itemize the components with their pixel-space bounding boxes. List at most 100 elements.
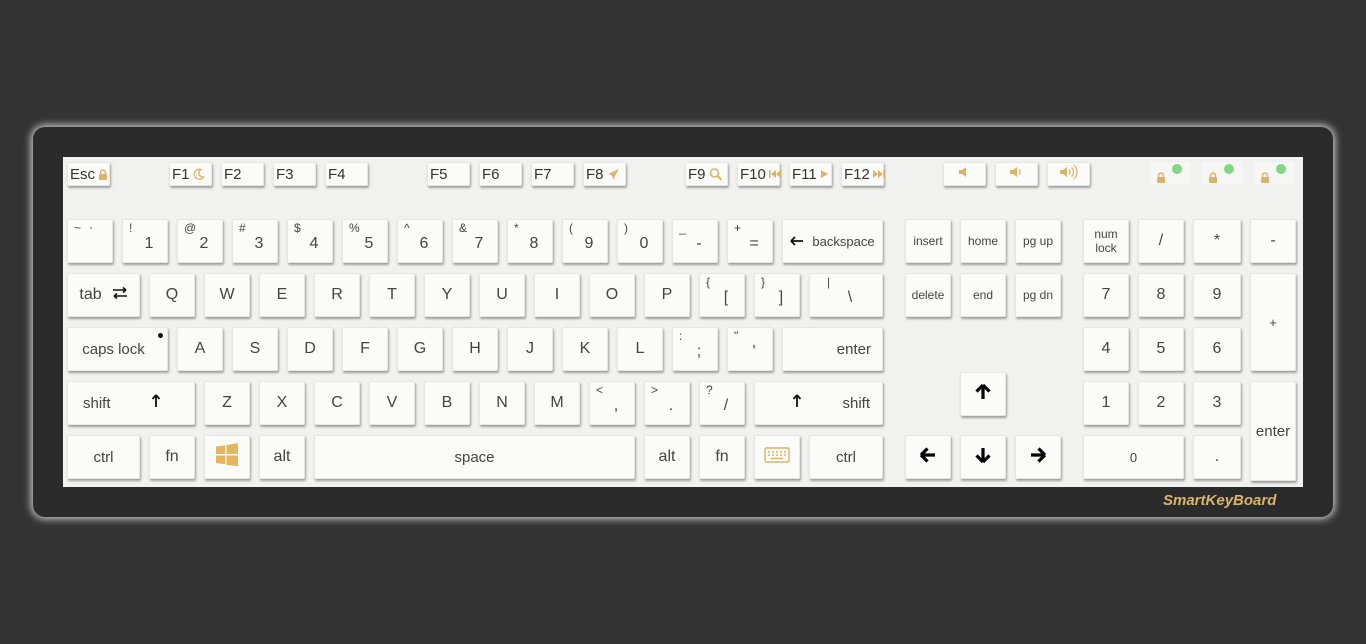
minus-key[interactable]: _ - [672,219,718,263]
slash-key[interactable]: ? / [699,381,745,425]
key-o[interactable]: O [589,273,635,317]
numpad-enter-key[interactable]: enter [1250,381,1296,481]
f6-key[interactable]: F6 [479,162,522,186]
key-l[interactable]: L [617,327,663,371]
right-alt-key[interactable]: alt [644,435,690,479]
key-h[interactable]: H [452,327,498,371]
key-3[interactable]: #3 [232,219,278,263]
left-fn-key[interactable]: fn [149,435,195,479]
right-shift-key[interactable]: shift [754,381,883,425]
key-c[interactable]: C [314,381,360,425]
key-a[interactable]: A [177,327,223,371]
arrow-up-key[interactable] [960,372,1006,416]
f1-key[interactable]: F1 [169,162,212,186]
backslash-key[interactable]: | \ [809,273,883,317]
numpad-4-key[interactable]: 4 [1083,327,1129,371]
tab-key[interactable]: tab [67,273,140,317]
equals-key[interactable]: + = [727,219,773,263]
semicolon-key[interactable]: :; [672,327,718,371]
right-bracket-key[interactable]: }] [754,273,800,317]
key-d[interactable]: D [287,327,333,371]
backspace-key[interactable]: backspace [782,219,883,263]
period-key[interactable]: >. [644,381,690,425]
numpad-2-key[interactable]: 2 [1138,381,1184,425]
key-i[interactable]: I [534,273,580,317]
key-0[interactable]: ) 0 [617,219,663,263]
tilde-key[interactable]: ~ ` [67,219,113,263]
left-shift-key[interactable]: shift [67,381,195,425]
numpad-decimal-key[interactable]: . [1193,435,1241,479]
keyboard-toggle-key[interactable] [754,435,800,479]
key-f[interactable]: F [342,327,388,371]
mute-key[interactable] [943,162,986,186]
f4-key[interactable]: F4 [325,162,368,186]
insert-key[interactable]: insert [905,219,951,263]
home-key[interactable]: home [960,219,1006,263]
key-5[interactable]: % 5 [342,219,388,263]
key-e[interactable]: E [259,273,305,317]
f10-key[interactable]: F10 [737,162,781,186]
esc-key[interactable]: Esc [67,162,110,186]
key-6[interactable]: ^ 6 [397,219,443,263]
numpad-3-key[interactable]: 3 [1193,381,1241,425]
key-g[interactable]: G [397,327,443,371]
delete-key[interactable]: delete [905,273,951,317]
arrow-right-key[interactable] [1015,435,1061,479]
numpad-5-key[interactable]: 5 [1138,327,1184,371]
f11-key[interactable]: F11 [789,162,832,186]
numpad-subtract-key[interactable]: - [1250,219,1296,263]
numpad-add-key[interactable]: + [1250,273,1296,371]
page-down-key[interactable]: pg dn [1015,273,1061,317]
enter-key[interactable]: enter [782,327,883,371]
key-b[interactable]: B [424,381,470,425]
left-ctrl-key[interactable]: ctrl [67,435,140,479]
numpad-1-key[interactable]: 1 [1083,381,1129,425]
windows-key[interactable] [204,435,250,479]
numpad-9-key[interactable]: 9 [1193,273,1241,317]
key-x[interactable]: X [259,381,305,425]
volume-up-key[interactable] [1047,162,1090,186]
key-9[interactable]: (9 [562,219,608,263]
comma-key[interactable]: <, [589,381,635,425]
f12-key[interactable]: F12 [841,162,885,186]
quote-key[interactable]: " ' [727,327,773,371]
numpad-8-key[interactable]: 8 [1138,273,1184,317]
key-s[interactable]: S [232,327,278,371]
key-p[interactable]: P [644,273,690,317]
key-q[interactable]: Q [149,273,195,317]
key-4[interactable]: $4 [287,219,333,263]
f3-key[interactable]: F3 [273,162,316,186]
end-key[interactable]: end [960,273,1006,317]
key-n[interactable]: N [479,381,525,425]
numpad-7-key[interactable]: 7 [1083,273,1129,317]
f2-key[interactable]: F2 [221,162,264,186]
key-v[interactable]: V [369,381,415,425]
left-alt-key[interactable]: alt [259,435,305,479]
key-2[interactable]: @2 [177,219,223,263]
key-7[interactable]: & 7 [452,219,498,263]
key-u[interactable]: U [479,273,525,317]
key-t[interactable]: T [369,273,415,317]
key-r[interactable]: R [314,273,360,317]
arrow-down-key[interactable] [960,435,1006,479]
volume-down-key[interactable] [995,162,1038,186]
key-m[interactable]: M [534,381,580,425]
f8-key[interactable]: F8 [583,162,626,186]
left-bracket-key[interactable]: {[ [699,273,745,317]
numpad-0-key[interactable]: 0 [1083,435,1184,479]
num-lock-key[interactable]: num lock [1083,219,1129,263]
key-j[interactable]: J [507,327,553,371]
right-fn-key[interactable]: fn [699,435,745,479]
f9-key[interactable]: F9 [685,162,728,186]
numpad-6-key[interactable]: 6 [1193,327,1241,371]
numpad-multiply-key[interactable]: * [1193,219,1241,263]
arrow-left-key[interactable] [905,435,951,479]
key-1[interactable]: ! 1 [122,219,168,263]
key-y[interactable]: Y [424,273,470,317]
key-z[interactable]: Z [204,381,250,425]
f5-key[interactable]: F5 [427,162,470,186]
key-8[interactable]: * 8 [507,219,553,263]
caps-lock-key[interactable]: caps lock [67,327,168,371]
numpad-divide-key[interactable]: / [1138,219,1184,263]
page-up-key[interactable]: pg up [1015,219,1061,263]
